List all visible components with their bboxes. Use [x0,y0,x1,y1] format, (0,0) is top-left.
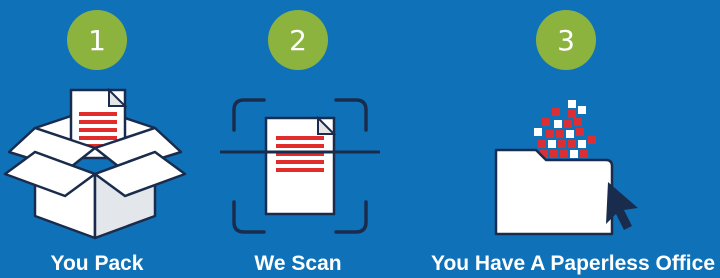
step-2-label: We Scan [254,252,342,275]
step-2-number: 2 [289,23,307,57]
step-3-number: 3 [557,23,575,57]
document-scan-icon [220,98,380,234]
step-1-number-badge: 1 [67,10,127,70]
step-1-label: You Pack [50,252,144,275]
step-2-number-badge: 2 [268,10,328,70]
step-3-number-badge: 3 [536,10,596,70]
digital-folder-cursor-icon [494,100,638,236]
step-1-number: 1 [88,23,106,57]
open-box-with-document-icon [3,87,187,240]
step-3-label: You Have A Paperless Office [430,252,716,275]
